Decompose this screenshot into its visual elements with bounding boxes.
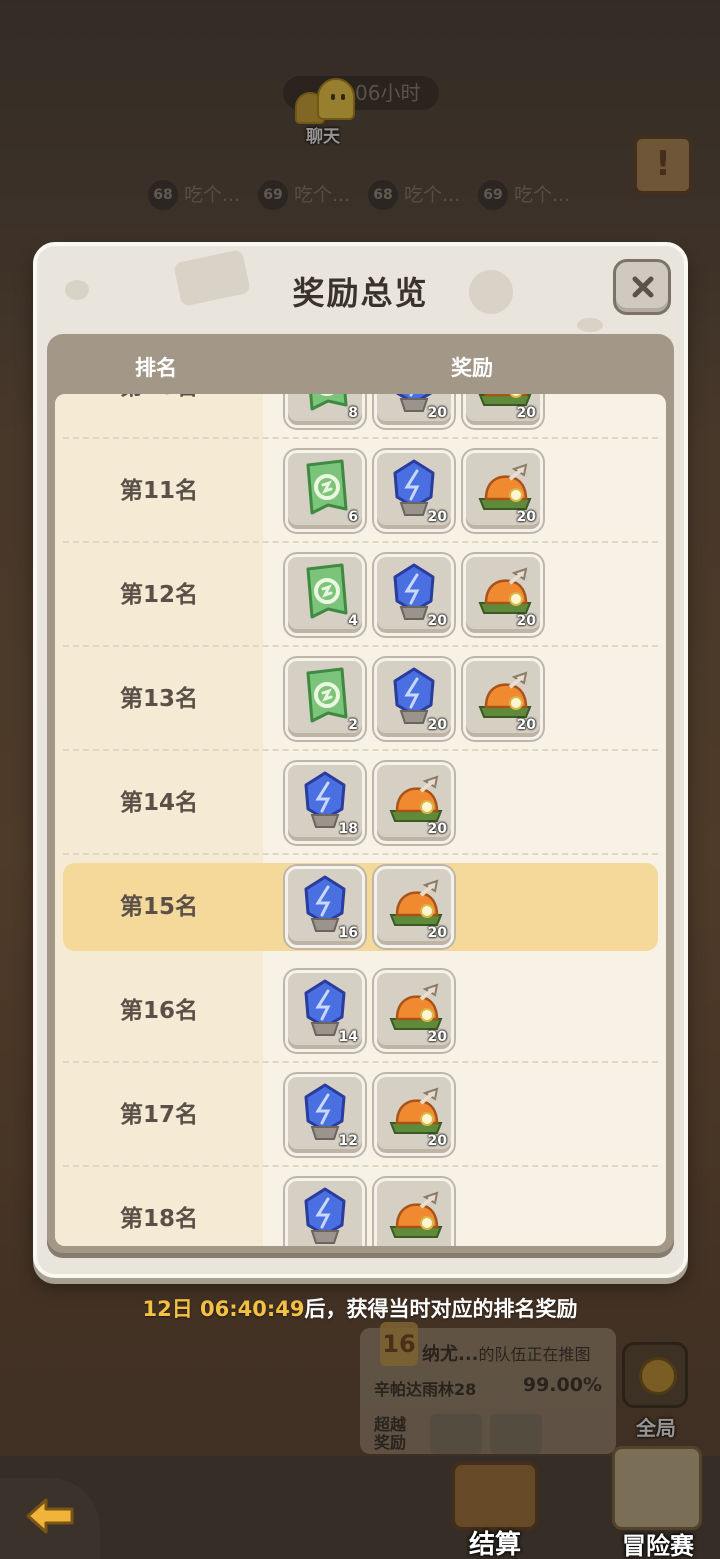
table-row: 第18名 <box>55 1167 666 1246</box>
reward-count: 16 <box>338 925 358 941</box>
reward-item-crystal[interactable]: 20 <box>374 658 454 740</box>
rank-label: 第15名 <box>119 894 198 920</box>
reward-count: 20 <box>516 509 536 525</box>
reward-count: 20 <box>427 1029 447 1045</box>
reward-count: 4 <box>348 613 358 629</box>
reward-item-crystal[interactable]: 20 <box>374 554 454 636</box>
rank-label: 第17名 <box>119 1102 198 1128</box>
reward-item-ticket[interactable]: 4 <box>285 554 365 636</box>
table-row: 第17名 12 20 <box>55 1063 666 1167</box>
reward-count: 12 <box>338 1133 358 1149</box>
table-row: 第10名 8 20 20 <box>55 394 666 439</box>
reward-item-food[interactable]: 20 <box>374 970 454 1052</box>
reward-item-food[interactable]: 20 <box>463 658 543 740</box>
close-icon <box>632 276 654 298</box>
reward-item-ticket[interactable]: 8 <box>285 394 365 428</box>
reward-item-food[interactable] <box>374 1178 454 1246</box>
reward-count: 20 <box>427 1133 447 1149</box>
back-arrow-icon <box>26 1498 74 1534</box>
reward-overview-modal: 奖励总览 排名 奖励 第10名82020第11名62020第12名42020第1… <box>33 242 688 1278</box>
reward-count: 18 <box>338 821 358 837</box>
table-row: 第14名 18 20 <box>55 751 666 855</box>
reward-count: 20 <box>427 405 447 421</box>
table-row: 第16名 14 20 <box>55 959 666 1063</box>
table-row: 第11名 6 20 20 <box>55 439 666 543</box>
reward-item-crystal[interactable]: 16 <box>285 866 365 948</box>
table-row-current: 第15名 16 20 <box>55 855 666 959</box>
table-row: 第13名 2 20 20 <box>55 647 666 751</box>
reward-count: 20 <box>427 509 447 525</box>
reward-item-food[interactable]: 20 <box>374 1074 454 1156</box>
reward-item-crystal[interactable]: 12 <box>285 1074 365 1156</box>
settle-label[interactable]: 结算 <box>440 1524 550 1559</box>
close-button[interactable] <box>613 259 671 315</box>
reward-item-food[interactable]: 20 <box>463 450 543 532</box>
reward-item-crystal[interactable] <box>285 1178 365 1246</box>
reward-countdown: 12日 06:40:49后，获得当时对应的排名奖励 <box>0 1293 720 1323</box>
countdown-time: 12日 06:40:49 <box>142 1297 305 1321</box>
rank-label: 第14名 <box>119 790 198 816</box>
rank-label: 第11名 <box>119 478 198 504</box>
rank-label: 第12名 <box>119 582 198 608</box>
reward-item-crystal[interactable]: 20 <box>374 394 454 428</box>
reward-item-crystal[interactable]: 18 <box>285 762 365 844</box>
reward-item-ticket[interactable]: 2 <box>285 658 365 740</box>
rank-label: 第16名 <box>119 998 198 1024</box>
reward-count: 8 <box>348 405 358 421</box>
reward-count: 20 <box>427 925 447 941</box>
column-header-reward: 奖励 <box>451 356 493 380</box>
reward-item-ticket[interactable]: 6 <box>285 450 365 532</box>
reward-count: 20 <box>427 717 447 733</box>
reward-list[interactable]: 第10名82020第11名62020第12名42020第13名22020第14名… <box>55 394 666 1246</box>
adventure-label[interactable]: 冒险赛 <box>598 1526 718 1559</box>
modal-title: 奖励总览 <box>292 274 429 312</box>
reward-item-food[interactable]: 20 <box>374 762 454 844</box>
rank-label: 第13名 <box>119 686 198 712</box>
column-header-rank: 排名 <box>135 356 177 380</box>
reward-count: 2 <box>348 717 358 733</box>
reward-count: 6 <box>348 509 358 525</box>
reward-item-crystal[interactable]: 14 <box>285 970 365 1052</box>
rank-label: 第10名 <box>55 394 263 439</box>
reward-table: 排名 奖励 第10名 8 20 20 第11名 6 20 20 第12名 4 20 20 第13名 2 20… <box>47 334 674 1258</box>
reward-count: 20 <box>516 405 536 421</box>
reward-item-food[interactable]: 20 <box>374 866 454 948</box>
reward-count: 14 <box>338 1029 358 1045</box>
countdown-text: 后，获得当时对应的排名奖励 <box>304 1297 578 1321</box>
reward-item-food[interactable]: 20 <box>463 554 543 636</box>
reward-count: 20 <box>516 613 536 629</box>
rank-label: 第18名 <box>119 1206 198 1232</box>
table-row: 第12名 4 20 20 <box>55 543 666 647</box>
reward-item-crystal[interactable]: 20 <box>374 450 454 532</box>
reward-item-food[interactable]: 20 <box>463 394 543 428</box>
reward-count: 20 <box>427 821 447 837</box>
reward-count: 20 <box>427 613 447 629</box>
reward-count: 20 <box>516 717 536 733</box>
